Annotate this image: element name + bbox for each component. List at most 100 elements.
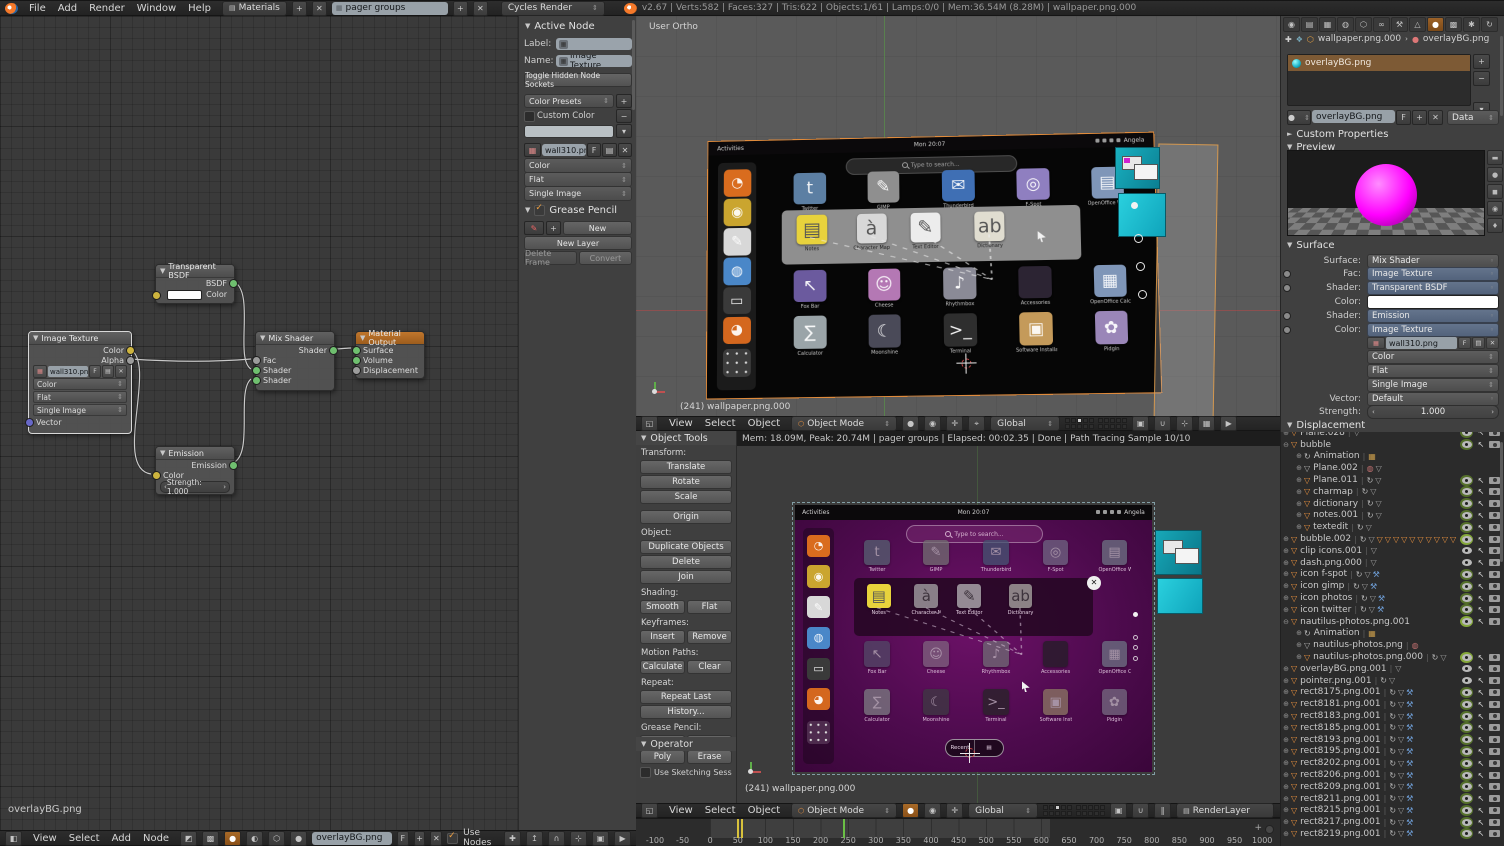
pivot-dropdown[interactable]: ◉ [924, 803, 941, 818]
unlink-material-button[interactable]: ✕ [430, 831, 442, 846]
tool-translate-button[interactable]: Translate [640, 460, 732, 474]
custom-color-checkbox[interactable] [524, 111, 535, 122]
tab-constraints[interactable]: ∞ [1373, 17, 1390, 32]
selectability-cursor-icon[interactable]: ↖ [1476, 688, 1486, 697]
outliner-row-plane-002[interactable]: ⊕▽Plane.002|◍▽ [1281, 462, 1504, 474]
tab-render[interactable]: ◉ [1283, 17, 1300, 32]
node-name-field[interactable]: ▦Image Texture [556, 55, 632, 67]
visibility-eye-icon[interactable] [1460, 722, 1473, 733]
outliner-row-textedit[interactable]: ⊕▽textedit|↻▽↖ [1281, 521, 1504, 533]
layer-cell[interactable] [1076, 811, 1081, 816]
visibility-eye-icon[interactable] [1460, 687, 1473, 698]
tab-object[interactable]: ⬡ [1355, 17, 1372, 32]
socket-emission-out[interactable] [229, 461, 238, 470]
toggle-hidden-sockets-button[interactable]: Toggle Hidden Node Sockets [524, 73, 632, 87]
layer-cell[interactable] [1089, 418, 1094, 423]
socket-displacement-in[interactable] [352, 366, 361, 375]
renderability-camera-icon[interactable] [1489, 536, 1500, 543]
selectability-cursor-icon[interactable]: ↖ [1476, 440, 1486, 449]
visibility-eye-icon[interactable] [1460, 604, 1473, 615]
renderability-camera-icon[interactable] [1489, 772, 1500, 779]
layer-group[interactable] [1098, 418, 1127, 429]
color-space-dropdown[interactable]: Color⇕ [524, 158, 632, 173]
render-still-icon[interactable]: ▣ [592, 831, 609, 846]
outliner-row-rect8181-png-001[interactable]: ⊕▽rect8181.png.001|↻▽⚒↖ [1281, 698, 1504, 710]
selectability-cursor-icon[interactable]: ↖ [1476, 653, 1486, 662]
renderability-camera-icon[interactable] [1489, 512, 1500, 519]
add-pencil-button[interactable]: + [546, 221, 561, 235]
color-presets-dropdown[interactable]: Color Presets⇕ [524, 94, 614, 108]
displacement-panel-header[interactable]: ▼Displacement [1283, 418, 1369, 432]
grease-new-button[interactable]: New [563, 221, 632, 235]
material-slot-active[interactable]: overlayBG.png [1288, 55, 1470, 71]
outliner-row-nautilus-photos-png-000[interactable]: ⊕▽nautilus-photos.png.000|↻▽↖ [1281, 651, 1504, 663]
node-mix-shader[interactable]: ▼Mix Shader Shader Fac Shader Shader [255, 331, 335, 391]
vpt-menu-view[interactable]: View [663, 418, 699, 429]
image-name-field[interactable]: wall310.png [542, 144, 586, 156]
flat-dropdown[interactable]: Flat⇕ [1367, 364, 1499, 378]
expand-icon[interactable]: ⊕ [1281, 594, 1291, 602]
visibility-eye-icon[interactable] [1460, 569, 1473, 580]
vpt-menu-select[interactable]: Select [699, 418, 742, 429]
viewport-3d-top[interactable]: User Ortho ActivitiesMon 20:07AngelaType… [636, 16, 1280, 416]
outliner-row-icon-f-spot[interactable]: ⊕▽icon f-spot|↻▽⚒↖ [1281, 569, 1504, 581]
outliner-row-bubble-002[interactable]: ⊕▽bubble.002|↻▽▽▽▽▽▽▽▽▽▽▽↖ [1281, 533, 1504, 545]
material-name-field[interactable]: overlayBG.png [1312, 110, 1395, 123]
add-preset-button[interactable]: + [616, 94, 632, 108]
parent-node-icon[interactable]: ↥ [526, 831, 543, 846]
node-menu-view[interactable]: View [27, 833, 63, 844]
expand-icon[interactable]: ⊕ [1281, 688, 1291, 696]
visibility-eye-icon[interactable] [1460, 510, 1473, 521]
tool-erase-button[interactable]: Erase [687, 750, 732, 764]
layer-cell[interactable] [1100, 805, 1105, 810]
node-emission[interactable]: ▼Emission Emission Color ‹Strength: 1.00… [155, 446, 235, 495]
socket-shader-out[interactable] [329, 346, 338, 355]
open-image-button[interactable]: ▤ [1472, 337, 1485, 349]
layer-cell[interactable] [1094, 805, 1099, 810]
expand-icon[interactable]: ⊕ [1281, 759, 1291, 767]
selectability-cursor-icon[interactable]: ↖ [1476, 432, 1486, 437]
outliner-row-dictionary[interactable]: ⊕▽dictionary|↻▽↖ [1281, 498, 1504, 510]
data-type-icon[interactable]: ⬡ [268, 831, 285, 846]
renderability-camera-icon[interactable] [1489, 807, 1500, 814]
material-datablock-field[interactable]: overlayBG.png [312, 832, 392, 845]
tool-join-button[interactable]: Join [640, 570, 732, 584]
add-slot-button[interactable]: + [1473, 54, 1490, 69]
selectability-cursor-icon[interactable]: ↖ [1476, 617, 1486, 626]
selectability-cursor-icon[interactable]: ↖ [1476, 794, 1486, 803]
use-nodes-checkbox[interactable] [447, 833, 458, 844]
pause-render-button[interactable]: ‖ [1154, 803, 1171, 818]
menu-help[interactable]: Help [182, 3, 217, 14]
remove-slot-button[interactable]: − [1473, 71, 1490, 86]
visibility-eye-icon[interactable] [1460, 557, 1473, 568]
visibility-eye-icon[interactable] [1460, 781, 1473, 792]
socket-vector-in[interactable] [25, 418, 34, 427]
editor-type-icon[interactable]: ◧ [5, 831, 22, 846]
visibility-eye-icon[interactable] [1460, 522, 1473, 533]
layer-cell[interactable] [1083, 424, 1088, 429]
layer-cell[interactable] [1100, 811, 1105, 816]
color-swatch[interactable] [167, 290, 202, 300]
outliner-row-rect8195-png-001[interactable]: ⊕▽rect8195.png.001|↻▽⚒↖ [1281, 746, 1504, 758]
expand-icon[interactable]: ⊕ [1294, 629, 1304, 637]
layer-cell[interactable] [1098, 424, 1103, 429]
preview-type-4[interactable]: ♦ [1487, 218, 1503, 233]
selectability-cursor-icon[interactable]: ↖ [1476, 476, 1486, 485]
outliner-row-rect8217-png-001[interactable]: ⊕▽rect8217.png.001|↻▽⚒↖ [1281, 816, 1504, 828]
layer-cell[interactable] [1104, 418, 1109, 423]
outliner-scrollbar[interactable] [1500, 442, 1503, 562]
editor-type-icon[interactable]: ◱ [641, 803, 658, 818]
renderability-camera-icon[interactable] [1489, 783, 1500, 790]
selectability-cursor-icon[interactable]: ↖ [1476, 582, 1486, 591]
node-material-output[interactable]: ▼Material Output Surface Volume Displace… [355, 331, 425, 379]
renderability-camera-icon[interactable] [1489, 595, 1500, 602]
delete-layout-button[interactable]: ✕ [312, 1, 327, 16]
image-source-dropdown[interactable]: Single Image⇕ [524, 186, 632, 201]
node-transparent-bsdf[interactable]: ▼Transparent BSDF BSDF Color [155, 264, 235, 304]
pin-icon[interactable]: ✚ [504, 831, 521, 846]
expand-icon[interactable]: ⊕ [1281, 570, 1291, 578]
tool-insert-button[interactable]: Insert [640, 630, 685, 644]
outliner-row-icon-twitter[interactable]: ⊕▽icon twitter|↻▽⚒↖ [1281, 604, 1504, 616]
expand-icon[interactable]: ⊕ [1281, 795, 1291, 803]
unlink-material-button[interactable]: ✕ [1428, 110, 1443, 125]
